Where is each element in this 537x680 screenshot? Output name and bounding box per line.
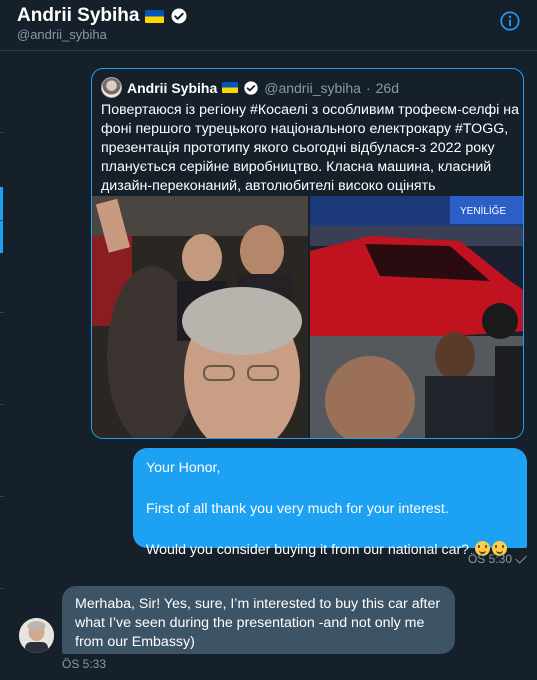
read-check-icon bbox=[515, 551, 527, 564]
flag-ukraine-icon bbox=[222, 82, 239, 93]
divider-tick bbox=[0, 404, 4, 405]
divider-tick bbox=[0, 312, 4, 313]
outgoing-message-time: ÖS 5:30 bbox=[467, 552, 512, 566]
quoted-author-handle: @andrii_sybiha bbox=[264, 79, 361, 96]
message-line-with-emoji: Would you consider buying it from our na… bbox=[146, 540, 514, 561]
header-handle: @andrii_sybiha bbox=[17, 27, 107, 42]
divider-tick bbox=[0, 496, 4, 497]
divider-tick bbox=[0, 220, 4, 221]
conversation-header: Andrii Sybiha @andrii_sybiha bbox=[0, 0, 537, 51]
divider-tick bbox=[0, 588, 4, 589]
outgoing-message-bubble[interactable]: Your Honor, First of all thank you very … bbox=[133, 448, 527, 558]
message-line: First of all thank you very much for you… bbox=[146, 501, 449, 517]
message-line: Your Honor, bbox=[146, 460, 221, 476]
car-image: YENİLİĞE bbox=[309, 196, 523, 438]
avatar-image bbox=[19, 618, 54, 653]
selfie-image bbox=[92, 196, 308, 438]
separator-dot: · bbox=[365, 79, 371, 96]
verified-icon bbox=[171, 8, 187, 24]
photo-car[interactable]: YENİLİĞE bbox=[309, 196, 523, 438]
message-line: Would you consider buying it from our na… bbox=[146, 542, 470, 558]
quoted-tweet-card[interactable]: Andrii Sybiha @andrii_sybiha · 26d Повер… bbox=[91, 68, 524, 439]
quoted-tweet-photos: YENİLİĞE bbox=[92, 196, 523, 438]
outgoing-message-meta: ÖS 5:30 bbox=[467, 551, 527, 566]
header-name: Andrii Sybiha bbox=[17, 5, 140, 26]
quoted-tweet-time: 26d bbox=[375, 79, 399, 96]
avatar[interactable] bbox=[19, 618, 54, 653]
divider-tick bbox=[0, 132, 4, 133]
verified-icon bbox=[244, 80, 258, 95]
incoming-message-bubble[interactable]: Merhaba, Sir! Yes, sure, I’m interested … bbox=[62, 586, 455, 654]
quoted-tweet-text: Повертаюся із регіону #Косаелі з особлив… bbox=[101, 102, 519, 194]
photo-selfie[interactable] bbox=[92, 196, 308, 438]
incoming-message-text: Merhaba, Sir! Yes, sure, I’m interested … bbox=[75, 596, 441, 650]
scroll-indicator bbox=[0, 50, 3, 680]
flag-ukraine-icon bbox=[145, 9, 165, 23]
svg-text:YENİLİĞE: YENİLİĞE bbox=[460, 204, 506, 217]
info-icon[interactable] bbox=[499, 10, 521, 32]
quoted-author-avatar bbox=[101, 77, 122, 98]
quoted-tweet-header: Andrii Sybiha @andrii_sybiha · 26d bbox=[101, 77, 399, 98]
quoted-author-name: Andrii Sybiha bbox=[127, 79, 218, 96]
header-title: Andrii Sybiha bbox=[17, 5, 188, 27]
incoming-message-time: ÖS 5:33 bbox=[62, 657, 107, 671]
